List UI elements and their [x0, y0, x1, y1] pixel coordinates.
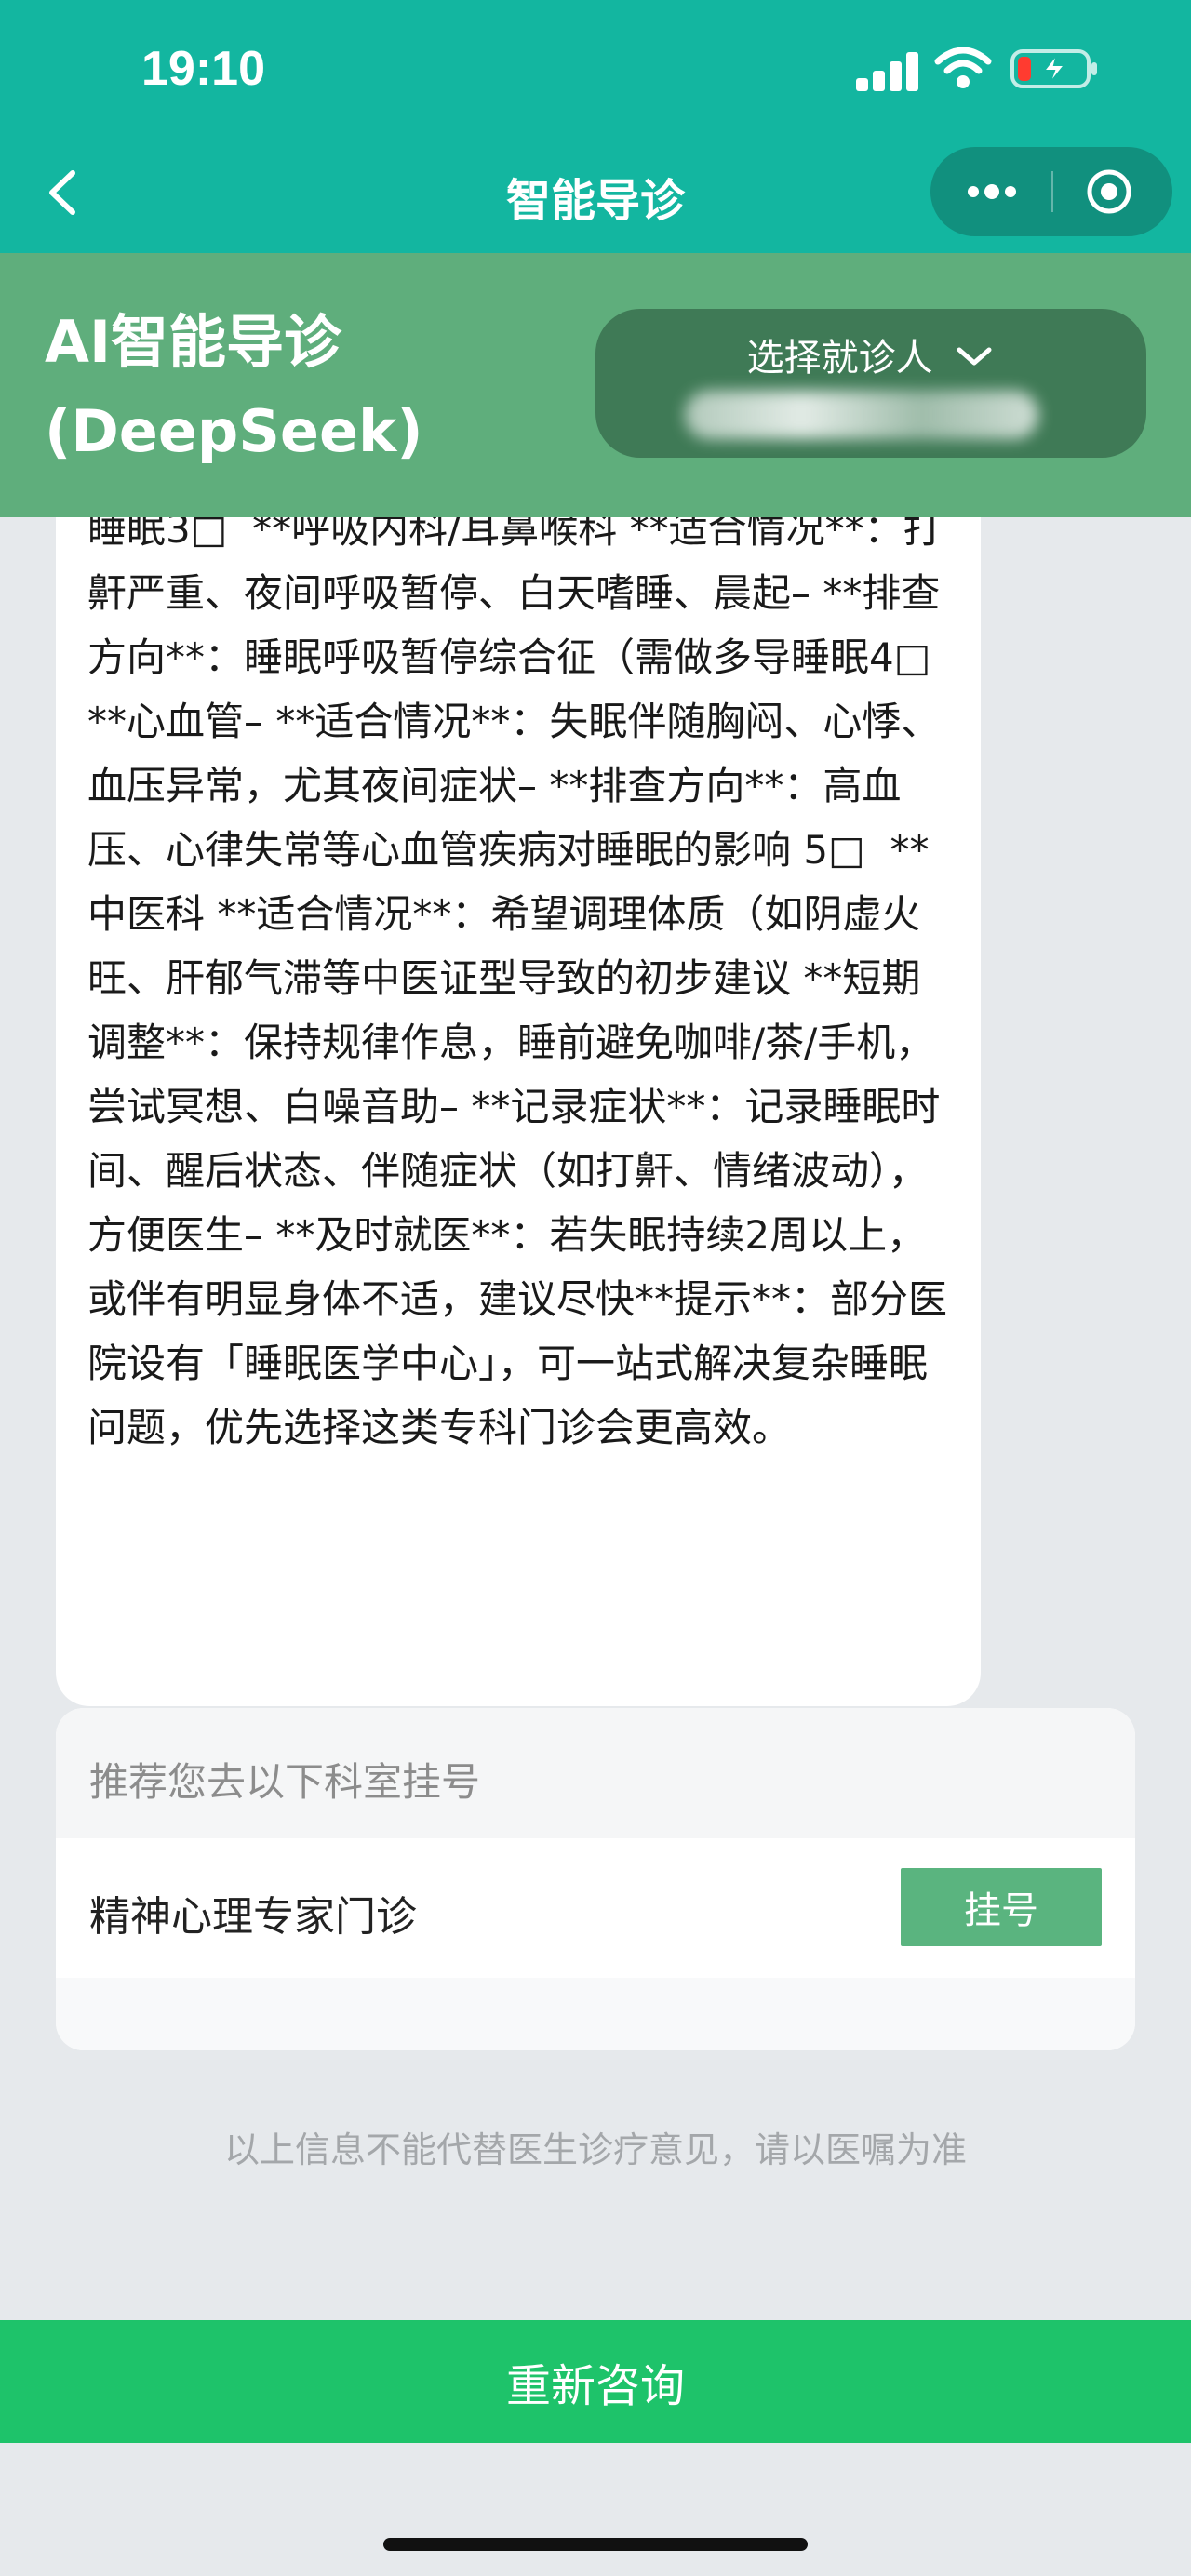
mini-program-capsule	[930, 147, 1172, 236]
signal-icon	[856, 48, 921, 91]
recommendation-title: 推荐您去以下科室挂号	[89, 1759, 481, 1805]
recommendation-footer	[56, 1978, 1135, 2050]
brand-title: AI智能导诊 (DeepSeek)	[45, 298, 423, 476]
patient-picker[interactable]: 选择就诊人	[596, 309, 1146, 458]
header-band: AI智能导诊 (DeepSeek) 选择就诊人	[0, 253, 1191, 517]
department-name: 精神心理专家门诊	[89, 1893, 417, 1941]
patient-picker-label: 选择就诊人	[746, 337, 933, 380]
brand-line-1: AI智能导诊	[45, 308, 342, 376]
patient-picker-label-row: 选择就诊人	[596, 327, 1146, 381]
recommendation-card: 推荐您去以下科室挂号 精神心理专家门诊 挂号	[56, 1708, 1135, 2050]
navigation-bar: 智能导诊	[0, 140, 1191, 253]
status-time: 19:10	[141, 42, 265, 96]
patient-name-blurred	[685, 391, 1038, 439]
more-dots-icon[interactable]	[962, 175, 1022, 208]
status-bar: 19:10	[0, 0, 1191, 140]
register-button[interactable]: 挂号	[901, 1868, 1102, 1946]
home-indicator	[383, 2538, 808, 2551]
disclaimer-text: 以上信息不能代替医生诊疗意见，请以医嘱为准	[223, 2129, 967, 2170]
brand-line-2: (DeepSeek)	[45, 397, 423, 465]
department-row: 精神心理专家门诊 挂号	[56, 1838, 1135, 1978]
answer-card: 睡眠3□ **呼吸内科/耳鼻喉科 **适合情况**：打鼾严重、夜间呼吸暂停、白天…	[56, 517, 981, 1706]
chevron-down-icon	[957, 347, 992, 366]
close-target-icon[interactable]	[1085, 167, 1133, 216]
recommendation-header: 推荐您去以下科室挂号	[56, 1708, 1135, 1838]
wifi-icon	[934, 47, 992, 88]
capsule-divider	[1051, 171, 1053, 212]
battery-charging-icon	[1010, 49, 1097, 88]
reconsult-button[interactable]: 重新咨询	[0, 2320, 1191, 2443]
answer-text: 睡眠3□ **呼吸内科/耳鼻喉科 **适合情况**：打鼾严重、夜间呼吸暂停、白天…	[87, 517, 957, 1450]
